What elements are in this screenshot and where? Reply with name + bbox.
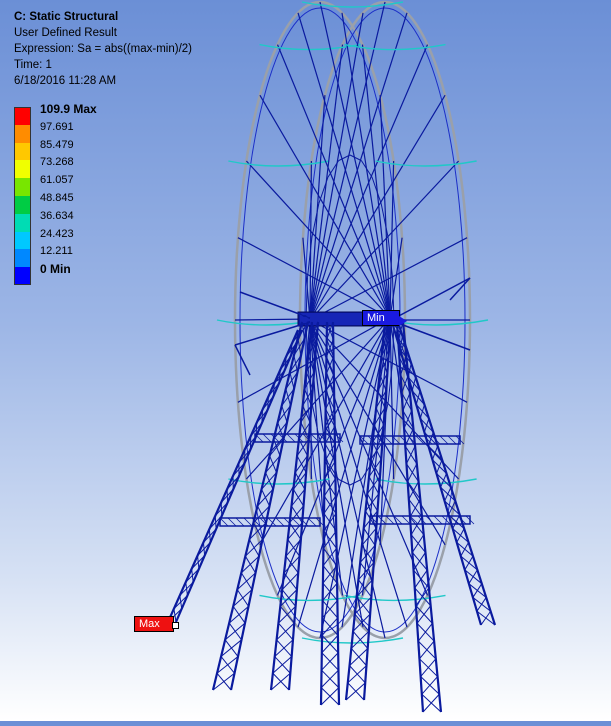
legend-swatch [14, 232, 31, 250]
legend-swatch [14, 160, 31, 178]
platform-lacing [292, 518, 300, 526]
brace [350, 155, 361, 161]
leg-lacing [473, 584, 482, 598]
legend-swatch [14, 249, 31, 267]
brace [319, 177, 328, 203]
leg-lacing [346, 683, 365, 700]
leg-lacing [408, 464, 417, 482]
legend-label: 73.268 [40, 156, 74, 168]
cabin-accent [376, 161, 477, 166]
legend-swatch [14, 107, 31, 125]
cabin-accent [376, 479, 477, 484]
platform-lacing [287, 434, 295, 442]
result-expression: Expression: Sa = abs((max-min)/2) [14, 41, 192, 57]
result-info-panel: C: Static Structural User Defined Result… [14, 9, 192, 89]
leg-lacing [412, 377, 415, 391]
leg-lacing [417, 606, 431, 624]
platform-lacing [402, 516, 410, 524]
leg-lacing [351, 631, 369, 648]
min-probe-label[interactable]: Min [362, 310, 400, 326]
platform-lacing [426, 516, 434, 524]
result-time: Time: 1 [14, 57, 192, 73]
legend-swatch [14, 267, 31, 285]
result-timestamp: 6/18/2016 11:28 AM [14, 73, 192, 89]
legend-label: 61.057 [40, 174, 74, 186]
leg-lacing [404, 411, 412, 429]
platform-lacing [263, 434, 271, 442]
leg-lacing [275, 640, 293, 657]
leg-lacing [469, 570, 478, 584]
leg-lacing [422, 677, 438, 695]
leg-lacing [437, 460, 443, 474]
leg-lacing [418, 623, 432, 641]
leg-lacing [414, 552, 426, 570]
leg-lacing [411, 517, 422, 535]
max-probe-label[interactable]: Max [134, 616, 174, 632]
leg-lacing [420, 405, 424, 419]
brace [350, 479, 361, 485]
leg-lacing [271, 673, 290, 690]
brace [307, 238, 311, 278]
leg-lacing [445, 487, 451, 501]
platform-lacing [220, 518, 228, 526]
legend-swatch [14, 214, 31, 232]
legend-label: 36.634 [40, 210, 74, 222]
legend-swatch [14, 125, 31, 143]
arm [450, 278, 470, 300]
leg-lacing [350, 648, 368, 665]
leg-lacing [424, 418, 429, 432]
leg-lacing [457, 529, 464, 543]
leg-lacing [412, 535, 423, 553]
platform-lacing [236, 518, 244, 526]
platform-lacing [448, 436, 456, 444]
leg-lacing [421, 659, 436, 677]
legend-label: 85.479 [40, 139, 74, 151]
platform-lacing [228, 518, 236, 526]
legend-label: 97.691 [40, 121, 74, 133]
leg-lacing [419, 641, 434, 659]
leg-lacing [406, 446, 415, 464]
legend-label: 109.9 Max [40, 102, 97, 116]
platform-lacing [276, 518, 284, 526]
result-type: User Defined Result [14, 25, 192, 41]
analysis-title: C: Static Structural [14, 9, 192, 25]
legend-label: 0 Min [40, 262, 71, 276]
leg-lacing [461, 542, 469, 556]
leg-lacing [432, 446, 437, 460]
legend-label: 12.211 [40, 245, 73, 257]
leg-lacing [441, 474, 447, 488]
legend-swatch [14, 143, 31, 161]
platform-lacing [434, 516, 442, 524]
legend-swatch [14, 178, 31, 196]
leg-lacing [273, 657, 292, 674]
brace [361, 161, 372, 177]
legend-label: 24.423 [40, 228, 74, 240]
platform-lacing [308, 518, 316, 526]
legend-swatch [14, 196, 31, 214]
leg-lacing [416, 391, 420, 405]
leg-lacing [423, 694, 439, 712]
leg-lacing [465, 556, 473, 570]
cabin-accent [228, 479, 329, 484]
cabin-accent [228, 161, 329, 166]
leg-lacing [481, 611, 491, 625]
platform-lacing [244, 518, 252, 526]
leg-lacing [403, 393, 410, 411]
leg-lacing [477, 597, 486, 611]
brace [328, 161, 339, 177]
arm [395, 278, 470, 318]
leg-lacing [348, 666, 367, 683]
legend-label: 48.845 [40, 192, 74, 204]
leg-lacing [410, 499, 420, 517]
platform-lacing [440, 436, 448, 444]
leg-lacing [415, 570, 427, 588]
